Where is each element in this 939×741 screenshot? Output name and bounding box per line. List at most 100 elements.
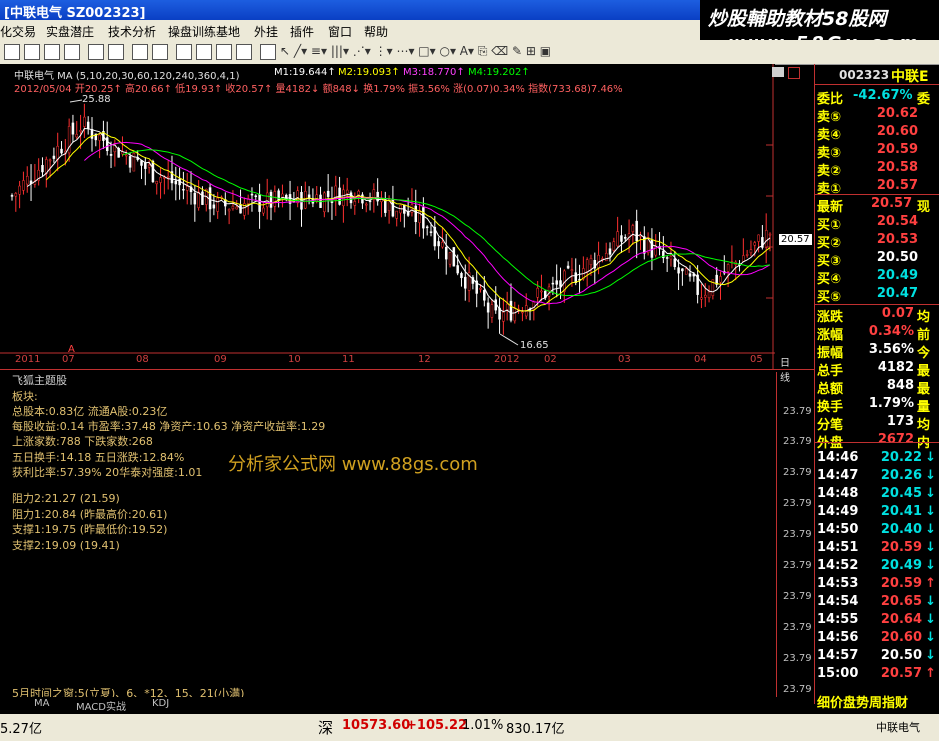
chart-control-icon[interactable] [772, 67, 784, 77]
ma-m4: M4:19.202↑ [468, 67, 530, 78]
tick-arrow: ↓ [925, 558, 936, 573]
candle-body [132, 152, 136, 172]
menu-window[interactable]: 窗口 [328, 23, 352, 40]
tick-price: 20.64 [880, 612, 922, 627]
candle-body [41, 165, 44, 173]
stat-2-tail: 今 [917, 346, 931, 361]
scale-tick: 23.79 [783, 622, 812, 633]
tool-icon[interactable] [44, 44, 60, 60]
status-amount: 830.17亿 [506, 722, 565, 737]
x-axis: 2011 07 08 09 10 11 12 2012 02 03 04 05 … [12, 354, 790, 384]
candle-body [166, 176, 170, 178]
menu-help[interactable]: 帮助 [364, 23, 388, 40]
buy-4-label: 买④ [817, 272, 842, 287]
stat-5-value: 1.79% [868, 396, 914, 411]
tool-icon[interactable] [24, 44, 40, 60]
candle-body [258, 193, 261, 212]
candle-body [665, 257, 669, 259]
candle-body [444, 247, 448, 260]
candle-body [395, 210, 398, 219]
tab-macd[interactable]: MACD实战 [76, 698, 126, 713]
sell-3-value: 20.59 [876, 142, 918, 157]
menu-live[interactable]: 实盘潜庄 [46, 23, 94, 40]
high-label: 25.88 [82, 94, 111, 105]
tool-icon[interactable] [176, 44, 192, 60]
tab-ma[interactable]: MA [34, 698, 49, 709]
candle-body [768, 233, 772, 236]
x-tick: 07 [62, 354, 75, 365]
lower-scale: 23.79 23.79 23.79 23.79 23.79 23.79 23.7… [776, 372, 815, 702]
tick-time: 14:51 [817, 540, 859, 555]
candle-body [536, 287, 539, 298]
stat-7-value: 2672 [877, 432, 914, 447]
candle-body [323, 192, 326, 213]
candle-body [608, 248, 612, 255]
candle-body [79, 129, 82, 132]
tab-kdj[interactable]: KDJ [152, 698, 169, 709]
tick-price: 20.57 [880, 666, 922, 681]
sell-4-value: 20.60 [876, 124, 918, 139]
candle-body [159, 177, 162, 183]
candle-body [707, 291, 711, 299]
candle-body [212, 204, 216, 209]
candle-body [330, 201, 334, 203]
kline-chart[interactable]: 24.0022.0020.0018.00 [0, 64, 775, 370]
menu-plugins[interactable]: 插件 [290, 23, 314, 40]
stat-5-tail: 量 [917, 400, 931, 415]
tool-icon[interactable] [132, 44, 148, 60]
stat-2-label: 振幅 [817, 346, 844, 361]
candle-body [490, 304, 494, 318]
menu-trade[interactable]: 化交易 [0, 23, 36, 40]
scale-tick: 23.79 [783, 591, 812, 602]
panel-tabs[interactable]: 细价盘势周指财 [817, 692, 908, 711]
candle-body [441, 242, 444, 248]
candle-body [52, 155, 56, 159]
candle-body [231, 205, 235, 210]
menu-plugin-ext[interactable]: 外挂 [254, 23, 278, 40]
brand-title: 炒股輔助教材58股网 [708, 8, 887, 30]
candle-body [483, 290, 486, 301]
candle-body [216, 197, 219, 212]
chart-close-icon[interactable] [788, 67, 800, 79]
tool-icon[interactable] [152, 44, 168, 60]
candle-body [45, 159, 48, 174]
resistance-1: 阻力1:20.84 (昨最高价:20.61) [12, 508, 168, 521]
candle-body [262, 207, 265, 214]
candle-body [631, 225, 635, 233]
info-line2: 每股收益:0.14 市盈率:37.48 净资产:10.63 净资产收益率:1.2… [12, 420, 326, 433]
candle-body [479, 287, 482, 290]
x-tick: 2011 [15, 354, 41, 365]
ma-m3: M3:18.770↑ [403, 67, 465, 78]
tick-time: 14:57 [817, 648, 859, 663]
stat-6-label: 分笔 [817, 418, 844, 433]
candle-body [109, 154, 113, 156]
stat-6-value: 173 [886, 414, 914, 429]
tool-icon[interactable] [64, 44, 80, 60]
candle-body [509, 300, 513, 321]
menu-training[interactable]: 操盘训练基地 [168, 23, 240, 40]
candle-body [326, 190, 330, 197]
sell-2-value: 20.58 [876, 160, 918, 175]
candle-body [155, 181, 158, 185]
sell-5-value: 20.62 [876, 106, 918, 121]
stock-name: 中联E [891, 69, 929, 85]
menu-analysis[interactable]: 技术分析 [108, 23, 156, 40]
tool-icon[interactable] [260, 44, 276, 60]
tool-icon[interactable] [88, 44, 104, 60]
candle-body [624, 236, 627, 239]
stat-1-value: 0.34% [868, 324, 914, 339]
tool-icon[interactable] [196, 44, 212, 60]
tick-time: 14:55 [817, 612, 859, 627]
tool-icon[interactable] [4, 44, 20, 60]
candle-body [551, 282, 555, 285]
candle-body [700, 297, 703, 300]
tick-price: 20.60 [880, 630, 922, 645]
draw-tools-icon[interactable]: ↖ ╱▾ ≡▾ |||▾ ⋰▾ ⋮▾ ⋯▾ □▾ ○▾ A▾ ⎘ ⌫ ✎ ⊞ ▣ [280, 44, 551, 59]
tool-icon[interactable] [108, 44, 124, 60]
tool-icon[interactable] [216, 44, 232, 60]
candle-body [265, 192, 269, 208]
scale-tick: 23.79 [783, 653, 812, 664]
candle-body [464, 276, 467, 289]
candle-body [128, 156, 132, 168]
tool-icon[interactable] [236, 44, 252, 60]
